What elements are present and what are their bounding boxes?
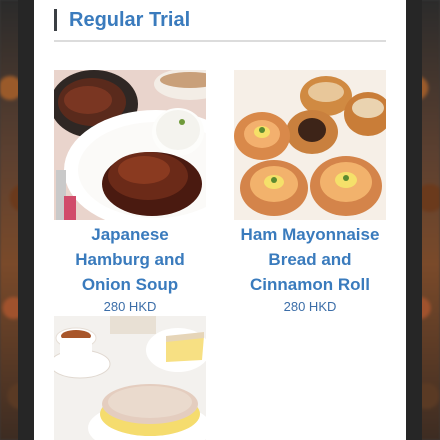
hamburg-steak-photo[interactable] bbox=[54, 70, 206, 220]
section-title: Regular Trial bbox=[69, 8, 191, 31]
device-frame-right bbox=[406, 0, 422, 440]
item-name-line[interactable]: Onion Soup bbox=[54, 272, 206, 297]
heading-accent-bar bbox=[54, 9, 57, 31]
bread-rolls-photo[interactable] bbox=[234, 70, 386, 220]
cheesecake-and-tea-photo[interactable] bbox=[54, 316, 206, 440]
item-name-line[interactable]: Japanese bbox=[54, 222, 206, 247]
menu-item-japanese-hamburg[interactable]: Japanese Hamburg and Onion Soup 280 HKD bbox=[54, 70, 206, 314]
item-name[interactable]: Japanese Hamburg and Onion Soup bbox=[54, 222, 206, 297]
item-name[interactable]: Ham Mayonnaise Bread and Cinnamon Roll bbox=[234, 222, 386, 297]
menu-item-cheesecake[interactable] bbox=[54, 316, 206, 440]
item-name-line[interactable]: Cinnamon Roll bbox=[234, 272, 386, 297]
menu-item-ham-mayonnaise[interactable]: Ham Mayonnaise Bread and Cinnamon Roll 2… bbox=[234, 70, 386, 314]
section-heading: Regular Trial bbox=[54, 8, 190, 32]
item-name-line[interactable]: Bread and bbox=[234, 247, 386, 272]
device-frame-left bbox=[18, 0, 34, 440]
section-divider bbox=[54, 40, 386, 42]
item-price: 280 HKD bbox=[103, 299, 157, 314]
item-name-line[interactable]: Ham Mayonnaise bbox=[234, 222, 386, 247]
item-price: 280 HKD bbox=[283, 299, 337, 314]
item-name-line[interactable]: Hamburg and bbox=[54, 247, 206, 272]
menu-card: Regular Trial Japanese Hamburg and Onion… bbox=[34, 0, 406, 440]
